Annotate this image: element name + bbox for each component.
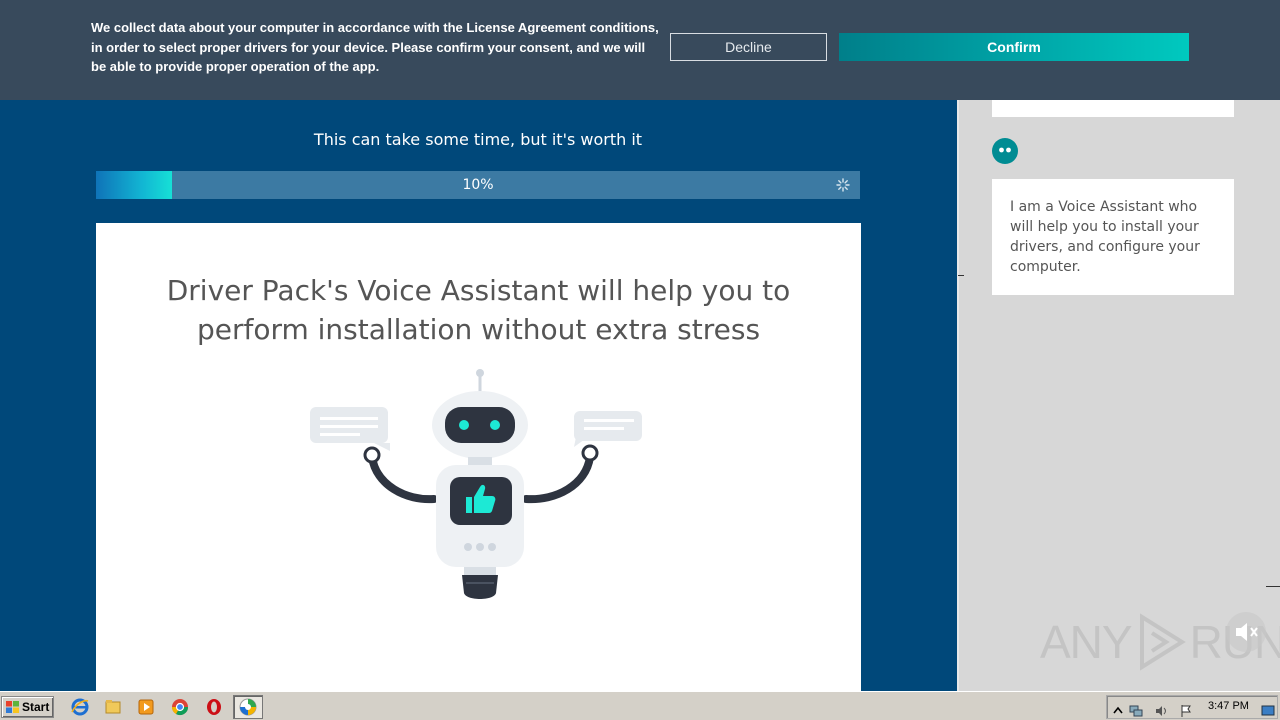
watermark-left: ANY	[1040, 616, 1133, 668]
start-label: Start	[22, 700, 50, 714]
divider	[958, 275, 964, 276]
explorer-icon[interactable]	[104, 698, 122, 716]
media-player-icon[interactable]	[137, 698, 155, 716]
chrome-icon[interactable]	[171, 698, 189, 716]
network-icon[interactable]	[1129, 704, 1143, 718]
assistant-sidebar: I am a Voice Assistant who will help you…	[957, 0, 1280, 691]
consent-banner: We collect data about your computer in a…	[0, 0, 1280, 100]
left-speech-bubble-icon	[310, 407, 390, 451]
card-heading: Driver Pack's Voice Assistant will help …	[166, 274, 791, 346]
decline-button[interactable]: Decline	[670, 33, 827, 61]
divider	[1266, 586, 1280, 587]
assistant-avatar-face-icon	[999, 147, 1011, 153]
mute-icon[interactable]	[1226, 612, 1266, 652]
progress-percent: 10%	[462, 177, 494, 193]
progress-subtitle: This can take some time, but it's worth …	[313, 130, 643, 149]
start-button[interactable]: Start	[1, 696, 54, 718]
action-center-flag-icon[interactable]	[1179, 704, 1193, 718]
show-desktop-icon[interactable]	[1261, 704, 1275, 718]
voice-assistant-card: Driver Pack's Voice Assistant will help …	[96, 223, 861, 691]
assistant-message: I am a Voice Assistant who will help you…	[992, 179, 1234, 295]
opera-icon[interactable]	[205, 698, 223, 716]
taskbar: Start 3:47 PM	[0, 691, 1280, 720]
consent-text: We collect data about your computer in a…	[91, 20, 659, 74]
volume-icon[interactable]	[1154, 704, 1168, 718]
taskbar-clock[interactable]: 3:47 PM	[1208, 700, 1249, 712]
confirm-button[interactable]: Confirm	[839, 33, 1189, 61]
assistant-avatar-icon	[992, 138, 1018, 164]
robot-illustration	[310, 369, 642, 599]
ie-icon[interactable]	[71, 698, 89, 716]
windows-logo-icon	[6, 701, 19, 713]
play-logo-icon	[1139, 613, 1186, 671]
driverpack-task-button[interactable]	[233, 695, 263, 719]
progress-bar: 10%	[96, 171, 860, 199]
loading-spinner-icon	[836, 178, 850, 192]
right-speech-bubble-icon	[574, 411, 642, 447]
show-hidden-icons-icon[interactable]	[1111, 704, 1125, 718]
installer-main-panel: This can take some time, but it's worth …	[0, 0, 957, 691]
driverpack-icon	[239, 698, 257, 716]
system-tray	[1106, 695, 1278, 719]
